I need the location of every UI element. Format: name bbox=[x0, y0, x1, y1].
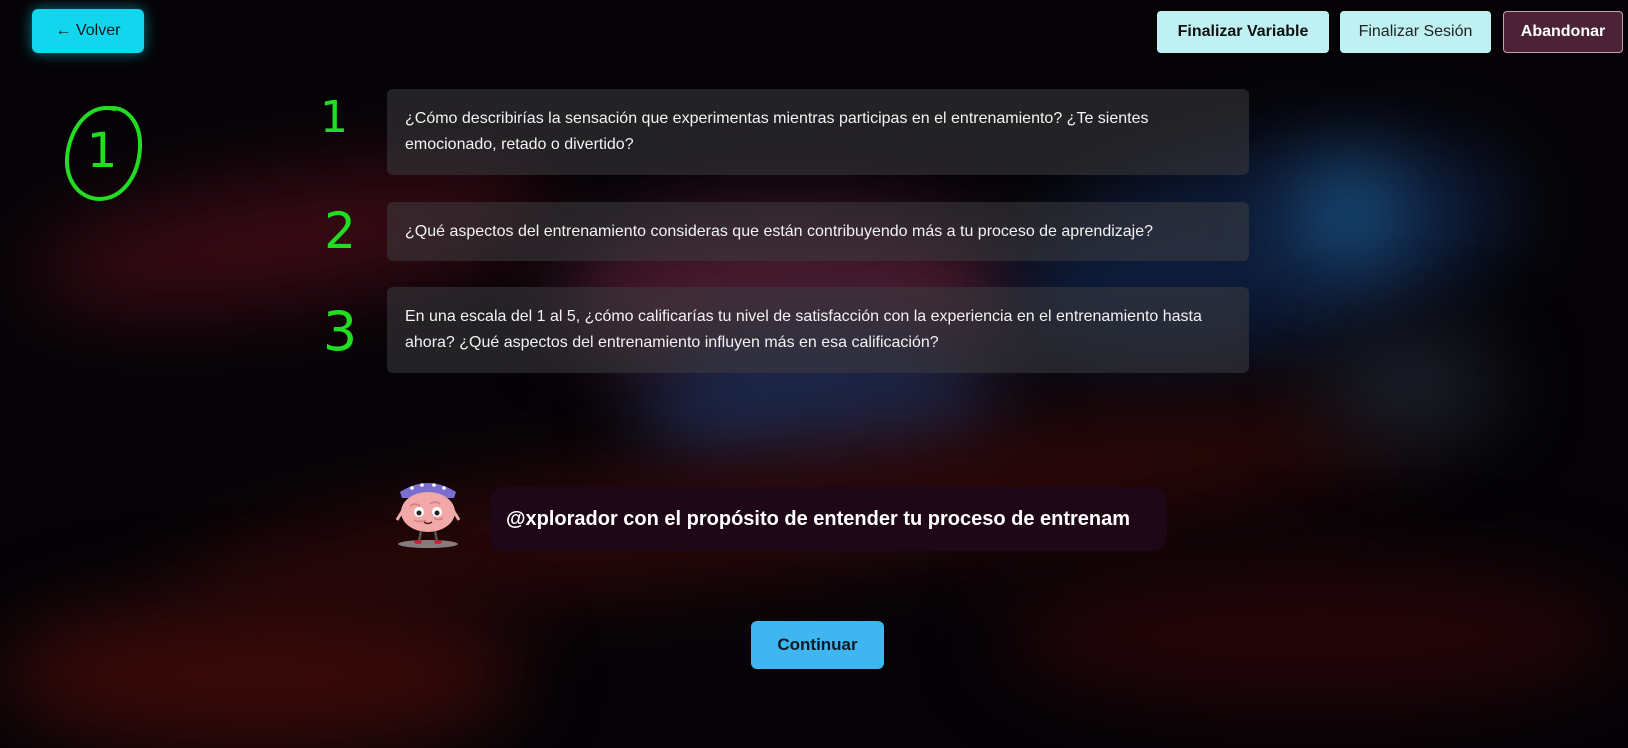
question-card: En una escala del 1 al 5, ¿cómo califica… bbox=[387, 287, 1249, 373]
question-text: ¿Qué aspectos del entrenamiento consider… bbox=[405, 222, 1154, 240]
continue-button[interactable]: Continuar bbox=[751, 621, 884, 669]
annotation-number-2: 2 bbox=[324, 202, 356, 256]
annotation-number-1: 1 bbox=[320, 92, 348, 140]
question-card: ¿Qué aspectos del entrenamiento consider… bbox=[387, 202, 1249, 261]
svg-text:2: 2 bbox=[324, 202, 356, 256]
brain-mascot-icon bbox=[395, 483, 461, 548]
svg-text:3: 3 bbox=[323, 300, 357, 358]
annotation-circled-number: 1 bbox=[65, 106, 143, 202]
abandon-button[interactable]: Abandonar bbox=[1503, 11, 1623, 53]
question-text: ¿Cómo describirías la sensación que expe… bbox=[405, 110, 1149, 153]
assistant-message-text: @xplorador con el propósito de entender … bbox=[506, 507, 1131, 530]
annotation-number-3: 3 bbox=[323, 300, 357, 358]
finalize-session-button[interactable]: Finalizar Sesión bbox=[1340, 11, 1491, 53]
assistant-message-bubble: @xplorador con el propósito de entender … bbox=[490, 487, 1167, 551]
question-text: En una escala del 1 al 5, ¿cómo califica… bbox=[405, 308, 1202, 351]
finalize-variable-button[interactable]: Finalizar Variable bbox=[1157, 11, 1329, 53]
question-card: ¿Cómo describirías la sensación que expe… bbox=[387, 89, 1249, 175]
svg-text:1: 1 bbox=[87, 123, 118, 179]
back-button[interactable]: ← Volver bbox=[32, 9, 144, 53]
svg-text:1: 1 bbox=[320, 92, 348, 140]
